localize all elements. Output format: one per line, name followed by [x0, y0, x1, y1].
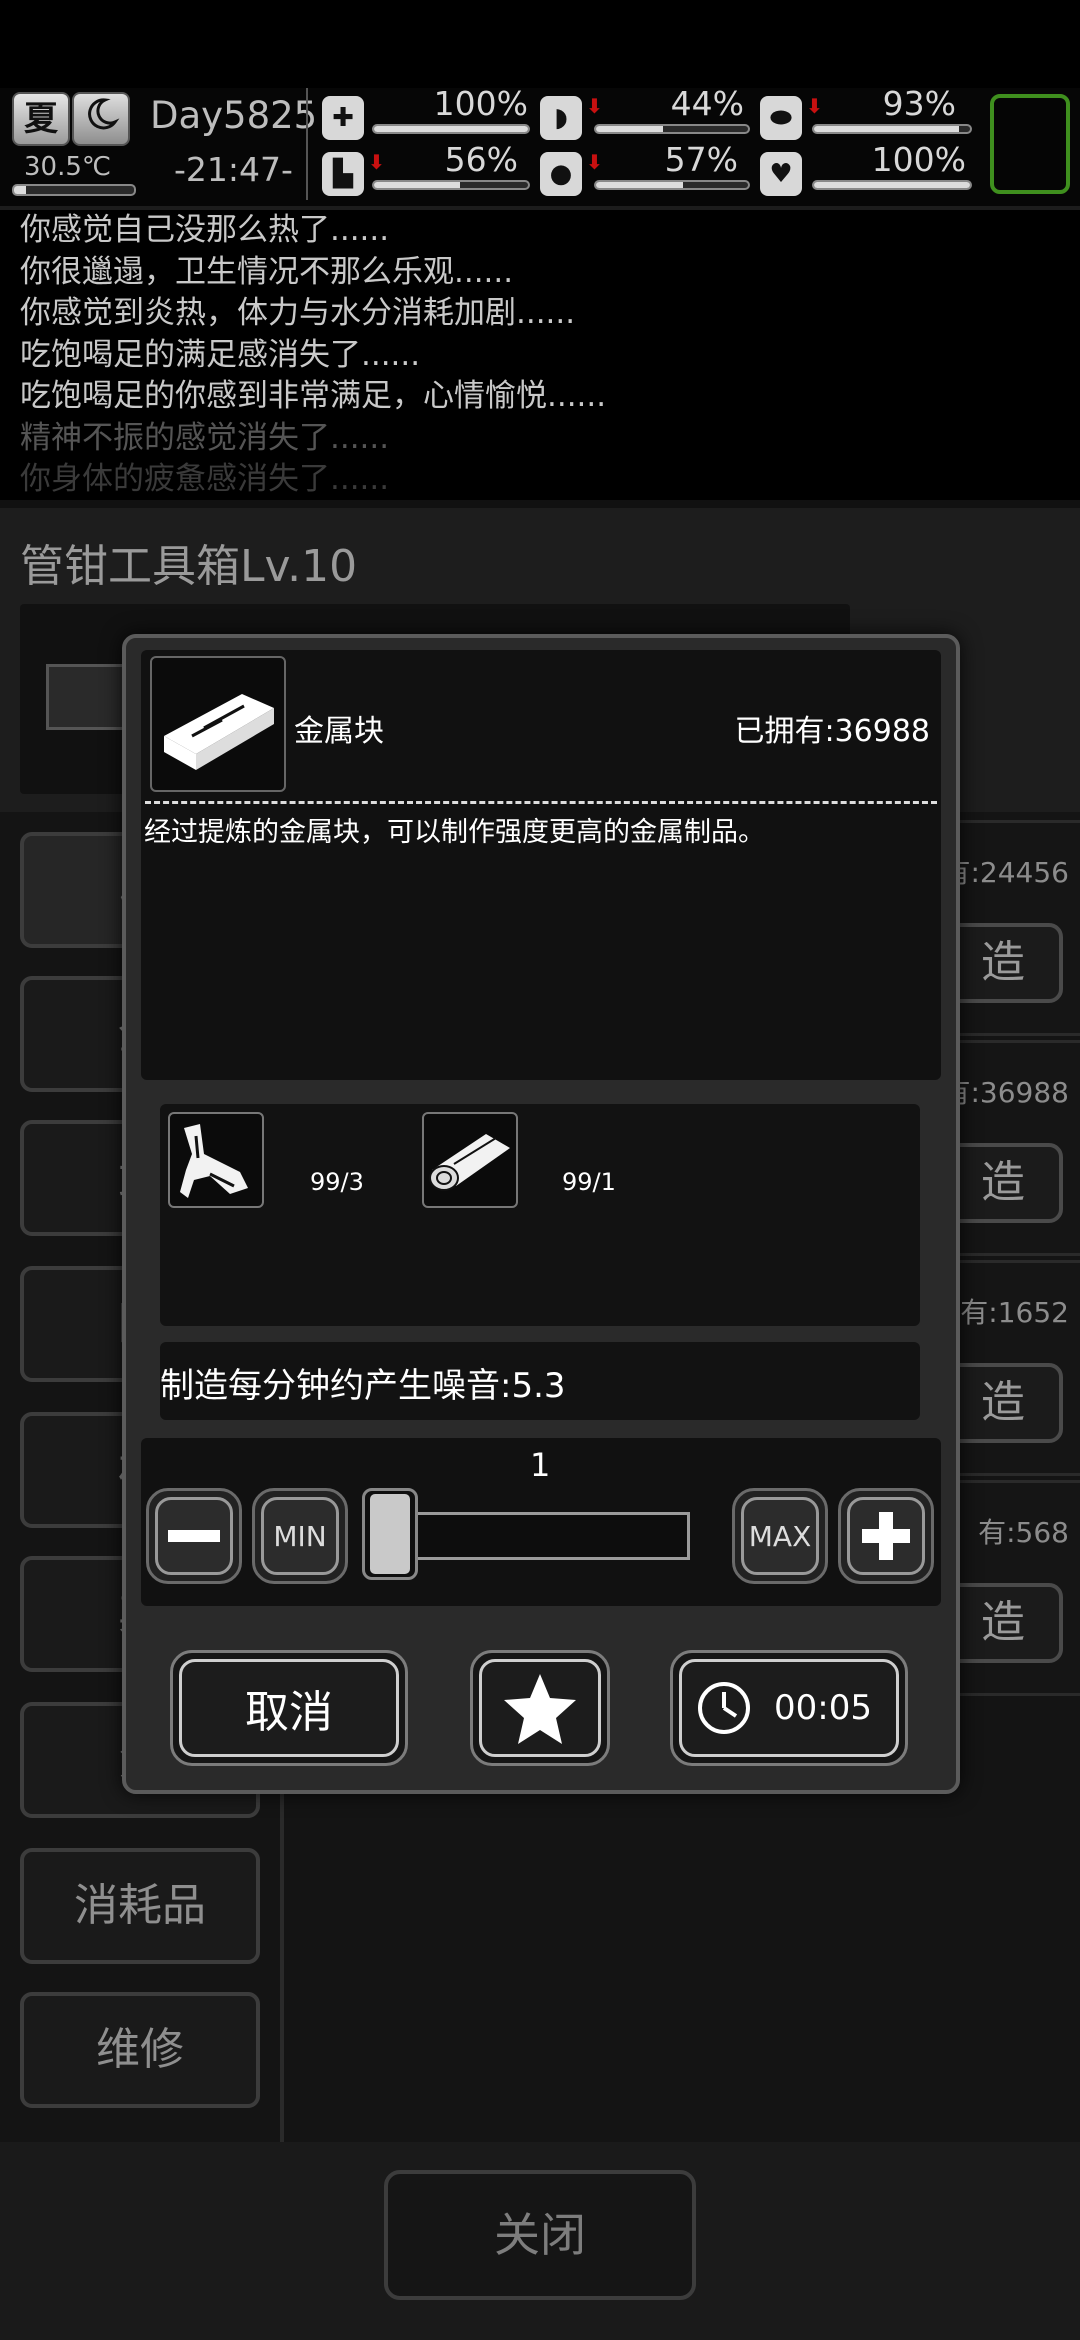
- decrease-button[interactable]: [146, 1488, 242, 1584]
- log-line: 你感觉到炎热，体力与水分消耗加剧......: [20, 295, 576, 331]
- increase-button[interactable]: [838, 1488, 934, 1584]
- workbench-title: 管钳工具箱Lv.10: [20, 541, 358, 592]
- health-bar: [372, 124, 530, 134]
- craft-time: 00:05: [774, 1688, 872, 1728]
- quantity-value: 1: [530, 1446, 551, 1484]
- noise-text: 制造每分钟约产生噪音:5.3: [160, 1366, 566, 1406]
- owned-count: 已拥有:36988: [734, 714, 930, 749]
- message-log: 你感觉自己没那么热了...... 你很邋遢，卫生情况不那么乐观...... 你感…: [0, 210, 1080, 500]
- item-description: 经过提炼的金属块，可以制作强度更高的金属制品。: [144, 817, 765, 848]
- craft-confirm-button[interactable]: 00:05: [670, 1650, 908, 1766]
- owned-count: 有:24456: [942, 856, 1069, 889]
- log-line: 吃饱喝足的你感到非常满足，心情愉悦......: [20, 378, 607, 414]
- clock: -21:47-: [174, 150, 293, 189]
- item-name: 金属块: [294, 714, 384, 749]
- energy-value: 93%: [882, 84, 956, 123]
- log-line: 你身体的疲惫感消失了......: [20, 461, 390, 497]
- stamina-value: 56%: [444, 140, 518, 179]
- status-bar: 夏 Day5825 -21:47- 30.5℃ ✚ 100% ◗ ⬇ 44% ⬬…: [0, 84, 1080, 210]
- stomach-icon: ◗: [540, 96, 582, 140]
- thirst-value: 57%: [664, 140, 738, 179]
- log-line: 精神不振的感觉消失了......: [20, 419, 390, 456]
- hunger-value: 44%: [670, 84, 744, 123]
- star-icon: [479, 1659, 601, 1757]
- cancel-label: 取消: [179, 1659, 399, 1757]
- equipment-slot[interactable]: [990, 94, 1070, 194]
- owned-count: 有:568: [978, 1516, 1069, 1549]
- health-value: 100%: [433, 84, 528, 123]
- min-label: MIN: [261, 1497, 339, 1575]
- toolbox-icon: [46, 664, 132, 730]
- log-line: 你很邋遢，卫生情况不那么乐观......: [20, 253, 514, 290]
- metal-block-icon: [150, 656, 286, 792]
- requirement-count: 99/1: [562, 1168, 616, 1196]
- max-label: MAX: [741, 1497, 819, 1575]
- favorite-button[interactable]: [470, 1650, 610, 1766]
- hunger-bar: [594, 124, 750, 134]
- divider: [145, 801, 937, 804]
- moon-icon: [72, 92, 130, 146]
- cancel-button[interactable]: 取消: [170, 1650, 408, 1766]
- clock-icon: [698, 1682, 750, 1734]
- plus-icon: [847, 1497, 925, 1575]
- medkit-icon: ✚: [322, 96, 364, 140]
- scrap-metal-icon: [168, 1112, 264, 1208]
- thirst-bar: [594, 180, 750, 190]
- stamina-bar: [372, 180, 530, 190]
- craft-button[interactable]: 造: [943, 1363, 1063, 1443]
- energy-bar: [812, 124, 972, 134]
- category-button[interactable]: 消耗品: [20, 1848, 260, 1964]
- craft-confirm-inner: 00:05: [679, 1659, 899, 1757]
- water-drop-icon: ●: [540, 152, 582, 196]
- min-button[interactable]: MIN: [252, 1488, 348, 1584]
- category-button[interactable]: 维修: [20, 1992, 260, 2108]
- heart-icon: ♥: [760, 152, 802, 196]
- temperature-bar: [12, 184, 136, 196]
- requirements-panel: 99/3 99/1: [160, 1104, 920, 1326]
- close-button[interactable]: 关闭: [384, 2170, 696, 2300]
- metal-pipe-icon: [422, 1112, 518, 1208]
- minus-icon: [155, 1497, 233, 1575]
- mood-bar: [812, 180, 972, 190]
- owned-count: 有:1652: [960, 1296, 1069, 1329]
- max-button[interactable]: MAX: [732, 1488, 828, 1584]
- requirement-count: 99/3: [310, 1168, 364, 1196]
- craft-button[interactable]: 造: [943, 923, 1063, 1003]
- season-badge: 夏: [12, 92, 70, 146]
- owned-count: 有:36988: [942, 1076, 1069, 1109]
- log-line: 吃饱喝足的满足感消失了......: [20, 336, 421, 373]
- craft-button[interactable]: 造: [943, 1143, 1063, 1223]
- craft-button[interactable]: 造: [943, 1583, 1063, 1663]
- slider-handle[interactable]: [362, 1488, 418, 1580]
- day-counter: Day5825: [150, 94, 318, 137]
- mood-value: 100%: [871, 140, 966, 179]
- log-line: 你感觉自己没那么热了......: [20, 212, 390, 248]
- temperature: 30.5℃: [24, 152, 112, 182]
- noise-panel: 制造每分钟约产生噪音:5.3: [160, 1342, 920, 1420]
- pill-icon: ⬬: [760, 96, 802, 140]
- divider: [306, 88, 308, 200]
- boot-icon: ▙: [322, 152, 364, 196]
- divider: [0, 500, 1080, 508]
